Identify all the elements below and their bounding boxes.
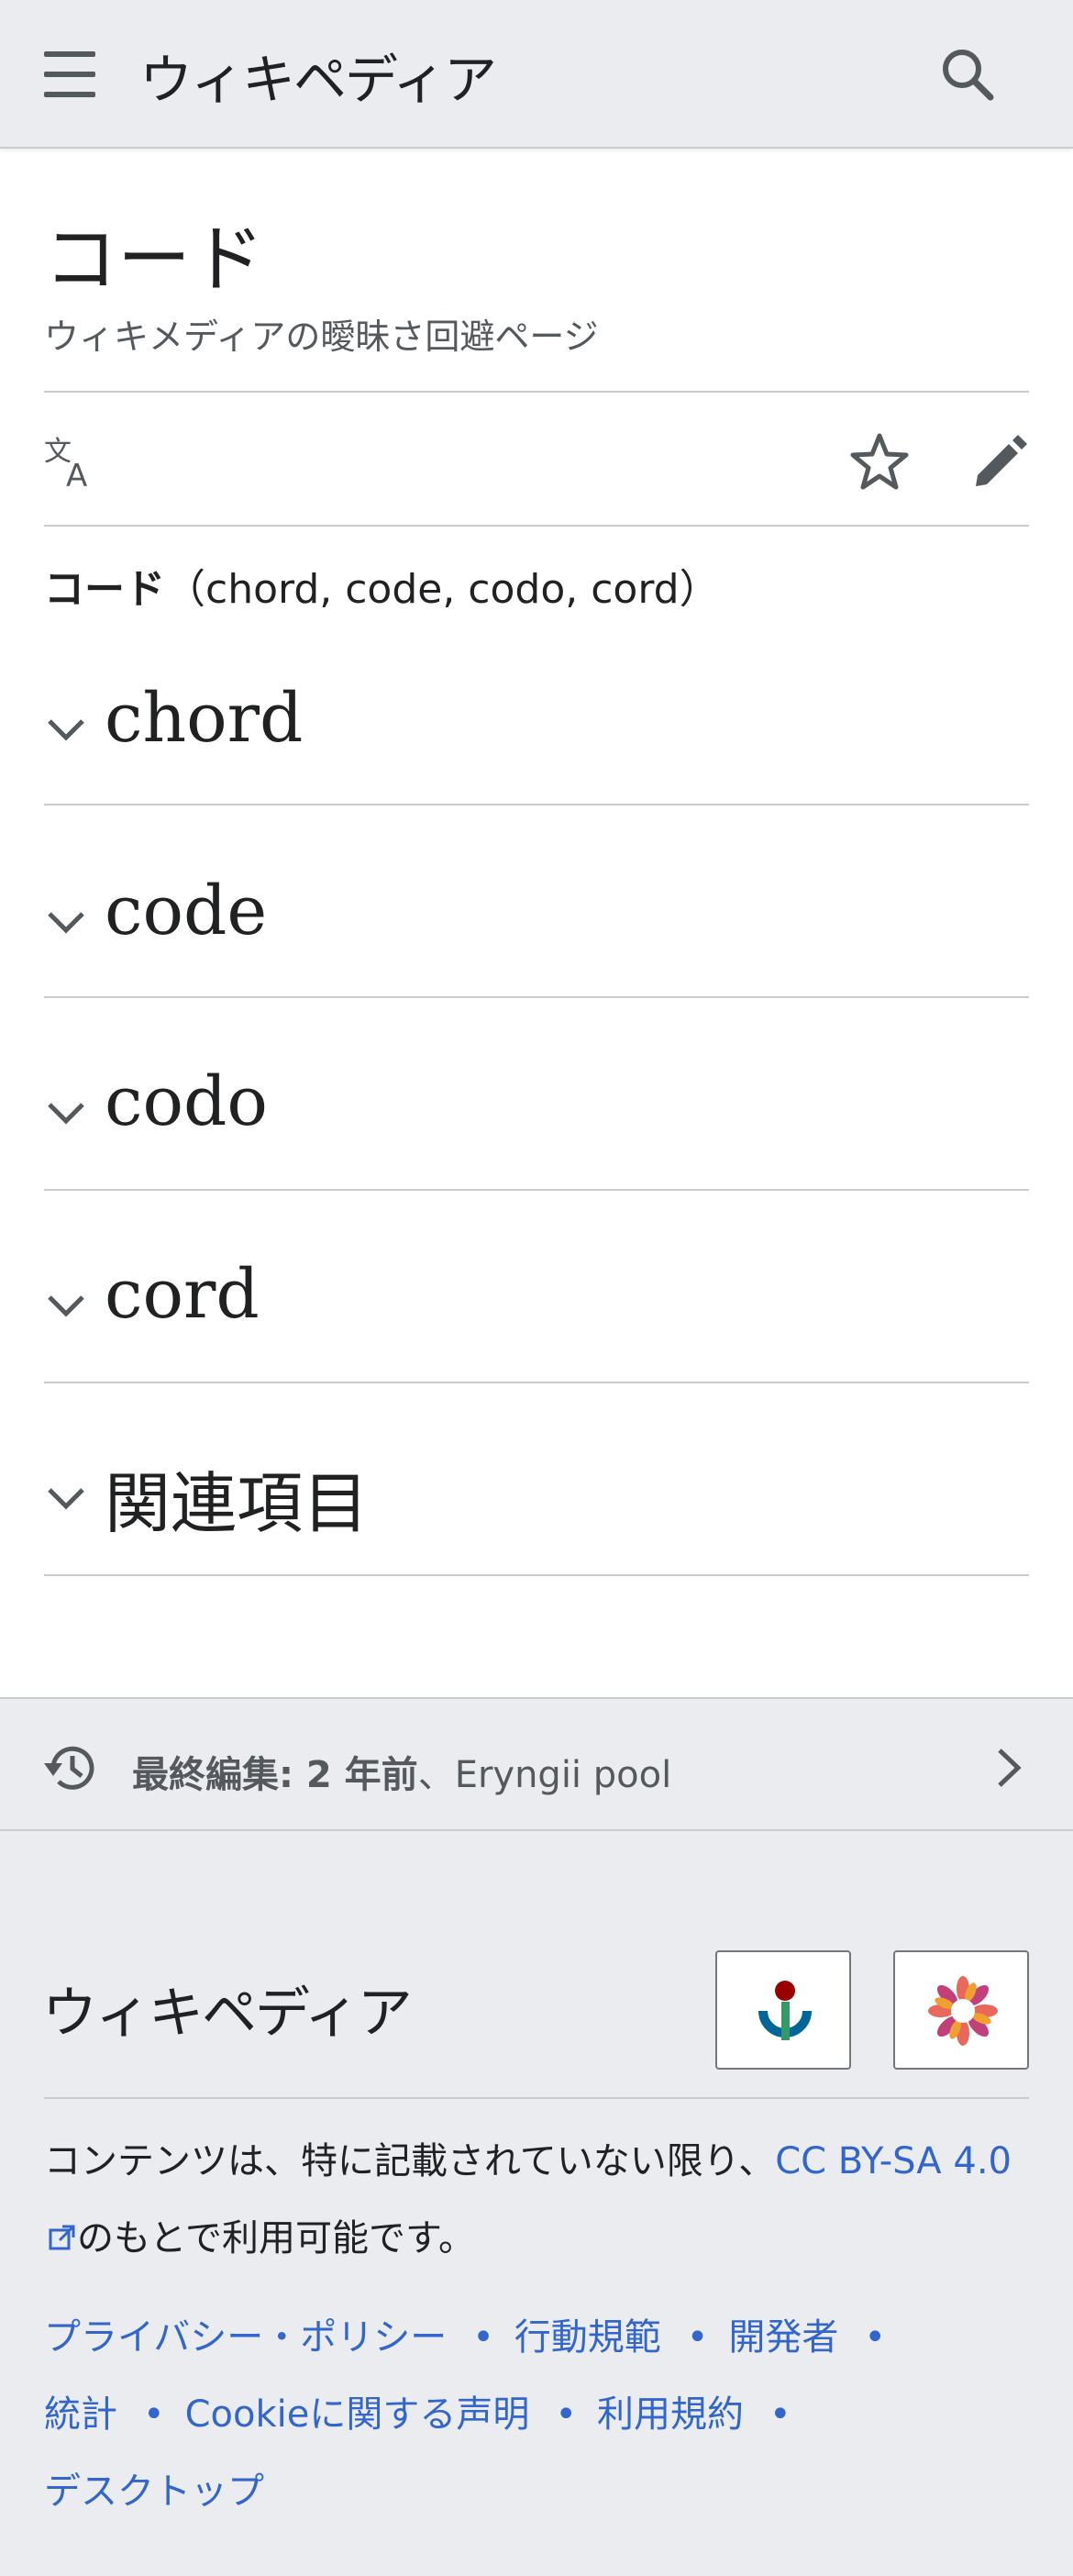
search-icon[interactable]	[937, 44, 998, 105]
terms-of-use-link[interactable]: 利用規約	[597, 2393, 744, 2436]
last-editor-name: Eryngii pool	[454, 1754, 672, 1796]
last-edited-label: 最終編集: 2 年前	[132, 1754, 418, 1796]
link-separator: •	[864, 2316, 886, 2359]
lead-terms: （chord, code, codo, cord）	[165, 566, 720, 613]
chevron-right-icon	[998, 1749, 1022, 1787]
wikipedia-wordmark[interactable]: ウィキペディア	[139, 37, 497, 114]
last-edited-bar[interactable]: 最終編集: 2 年前、Eryngii pool	[0, 1697, 1073, 1831]
page-title: コード	[44, 217, 264, 302]
actions-divider	[44, 525, 1029, 527]
link-separator: •	[686, 2316, 709, 2359]
mediawiki-flower-icon	[928, 1976, 998, 2046]
section-chord[interactable]: chord	[44, 613, 1029, 805]
section-heading: codo	[105, 1062, 268, 1141]
developers-link[interactable]: 開発者	[728, 2316, 838, 2359]
top-header: ウィキペディア	[0, 0, 1073, 149]
chevron-down-icon	[48, 1295, 84, 1317]
chevron-down-icon	[48, 1103, 84, 1125]
section-code[interactable]: code	[44, 805, 1029, 998]
language-icon[interactable]: 文 A	[44, 433, 103, 492]
link-separator: •	[143, 2393, 165, 2436]
last-edited-text: 最終編集: 2 年前、Eryngii pool	[132, 1745, 671, 1798]
chevron-down-icon	[48, 719, 84, 741]
section-heading: chord	[105, 679, 304, 758]
code-of-conduct-link[interactable]: 行動規範	[514, 2316, 661, 2359]
desktop-view-link[interactable]: デスクトップ	[44, 2471, 264, 2513]
page: ウィキペディア コード ウィキメディアの曖昧さ回避ページ 文 A コード（cho…	[0, 0, 1073, 2576]
license-text: コンテンツは、特に記載されていない限り、CC BY-SA 4.0 のもとで利用可…	[44, 2123, 1034, 2277]
lead-bold-term: コード	[44, 566, 165, 613]
section-related[interactable]: 関連項目	[44, 1383, 1029, 1576]
lead-paragraph: コード（chord, code, codo, cord）	[44, 556, 720, 615]
hamburger-menu-icon[interactable]	[44, 51, 95, 97]
chevron-down-icon	[48, 912, 84, 934]
history-icon	[44, 1746, 94, 1790]
svg-text:A: A	[66, 458, 87, 492]
section-heading: 関連項目	[105, 1465, 370, 1542]
chevron-down-icon	[48, 1488, 84, 1510]
wikimedia-logo-icon	[758, 1981, 812, 2040]
link-separator: •	[472, 2316, 494, 2359]
wikimedia-foundation-logo[interactable]	[715, 1950, 851, 2070]
footer-divider	[44, 2097, 1029, 2099]
external-link-icon	[49, 2225, 75, 2250]
last-edited-separator: 、	[417, 1754, 455, 1796]
license-link-text: CC BY-SA 4.0	[775, 2140, 1012, 2182]
link-separator: •	[555, 2393, 577, 2436]
section-heading: cord	[105, 1255, 260, 1334]
privacy-policy-link[interactable]: プライバシー・ポリシー	[44, 2316, 447, 2359]
title-divider	[44, 391, 1029, 393]
pencil-icon[interactable]	[970, 431, 1031, 492]
link-separator: •	[769, 2393, 791, 2436]
star-icon[interactable]	[849, 431, 910, 492]
page-subtitle: ウィキメディアの曖昧さ回避ページ	[44, 316, 599, 357]
license-prefix: コンテンツは、特に記載されていない限り、	[44, 2140, 776, 2182]
footer: ウィキペディア コンテンツは、特に記載されていない限り、CC BY-SA 4.0…	[0, 1831, 1073, 2576]
mediawiki-logo[interactable]	[893, 1950, 1029, 2070]
section-cord[interactable]: cord	[44, 1191, 1029, 1383]
license-suffix: のもとで利用可能です。	[77, 2217, 475, 2260]
footer-links: プライバシー・ポリシー • 行動規範 • 開発者 • 統計 • Cookieに関する声明 • 利用…	[44, 2299, 1044, 2530]
cookie-statement-link[interactable]: Cookieに関する声明	[185, 2393, 530, 2436]
statistics-link[interactable]: 統計	[44, 2393, 117, 2436]
section-heading: code	[105, 872, 268, 950]
footer-wordmark: ウィキペディア	[42, 1982, 413, 2046]
section-codo[interactable]: codo	[44, 998, 1029, 1191]
